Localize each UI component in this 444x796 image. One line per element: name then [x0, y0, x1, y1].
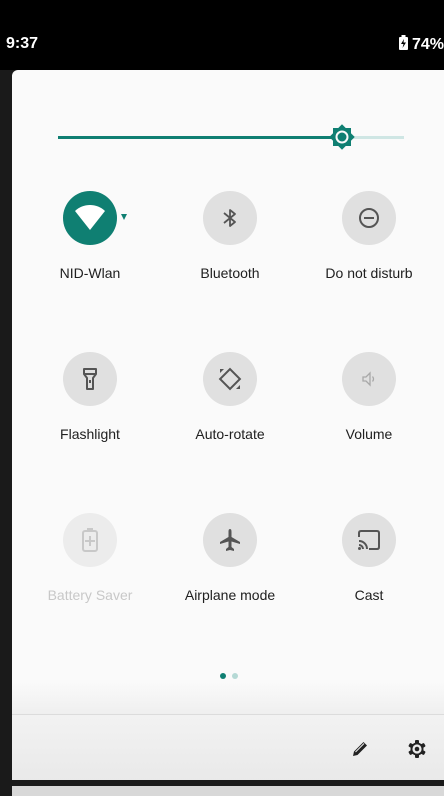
battery-saver-icon — [80, 527, 100, 553]
tile-label: Auto-rotate — [195, 426, 265, 442]
chevron-down-icon[interactable] — [121, 214, 127, 220]
battery-percent: 74% — [411, 36, 444, 53]
tile-battery-saver[interactable]: Battery Saver — [20, 513, 160, 623]
status-right: 74% — [398, 35, 444, 55]
bluetooth-toggle[interactable] — [203, 191, 257, 245]
footer-fade — [12, 682, 444, 714]
tile-label: NID-Wlan — [59, 265, 121, 281]
battery-icon — [398, 35, 408, 55]
airplane-icon — [217, 527, 243, 553]
airplane-toggle[interactable] — [203, 513, 257, 567]
tile-label: Battery Saver — [47, 587, 133, 603]
wifi-icon — [74, 204, 106, 232]
cast-toggle[interactable] — [342, 513, 396, 567]
do-not-disturb-toggle[interactable] — [342, 191, 396, 245]
brightness-slider[interactable] — [58, 124, 404, 150]
tile-flashlight[interactable]: Flashlight — [20, 352, 160, 462]
flashlight-icon — [79, 367, 101, 391]
status-bar: 9:37 74% — [0, 0, 444, 70]
volume-icon — [359, 369, 379, 389]
wifi-toggle[interactable] — [63, 191, 117, 245]
page-dot-active — [220, 673, 226, 679]
flashlight-toggle[interactable] — [63, 352, 117, 406]
quick-settings-footer — [12, 714, 444, 780]
gear-icon[interactable] — [405, 737, 429, 761]
tile-volume[interactable]: Volume — [299, 352, 439, 462]
brightness-fill — [58, 136, 342, 139]
tile-cast[interactable]: Cast — [299, 513, 439, 623]
page-dot-inactive — [232, 673, 238, 679]
battery-saver-toggle[interactable] — [63, 513, 117, 567]
tile-label: Volume — [345, 426, 393, 442]
tile-label: Cast — [354, 587, 384, 603]
page-indicator — [220, 673, 238, 679]
tile-airplane-mode[interactable]: Airplane mode — [160, 513, 300, 623]
cast-icon — [356, 528, 382, 552]
auto-rotate-toggle[interactable] — [203, 352, 257, 406]
tile-do-not-disturb[interactable]: Do not disturb — [299, 191, 439, 301]
bottom-edge — [12, 786, 444, 796]
tile-nid-wlan[interactable]: NID-Wlan — [20, 191, 160, 301]
tile-label: Do not disturb — [325, 265, 413, 281]
status-time: 9:37 — [6, 35, 39, 52]
tile-auto-rotate[interactable]: Auto-rotate — [160, 352, 300, 462]
tile-label: Bluetooth — [200, 265, 260, 281]
brightness-icon — [328, 124, 355, 150]
pencil-icon[interactable] — [348, 737, 372, 761]
brightness-thumb[interactable] — [328, 123, 356, 151]
do-not-disturb-icon — [357, 206, 381, 230]
tile-bluetooth[interactable]: Bluetooth — [160, 191, 300, 301]
bluetooth-icon — [220, 206, 240, 230]
tile-label: Flashlight — [60, 426, 120, 442]
tile-label: Airplane mode — [184, 587, 276, 603]
auto-rotate-icon — [217, 366, 243, 392]
volume-toggle[interactable] — [342, 352, 396, 406]
quick-settings-panel: NID-Wlan Bluetooth Do not disturb Flashligh… — [12, 70, 444, 780]
